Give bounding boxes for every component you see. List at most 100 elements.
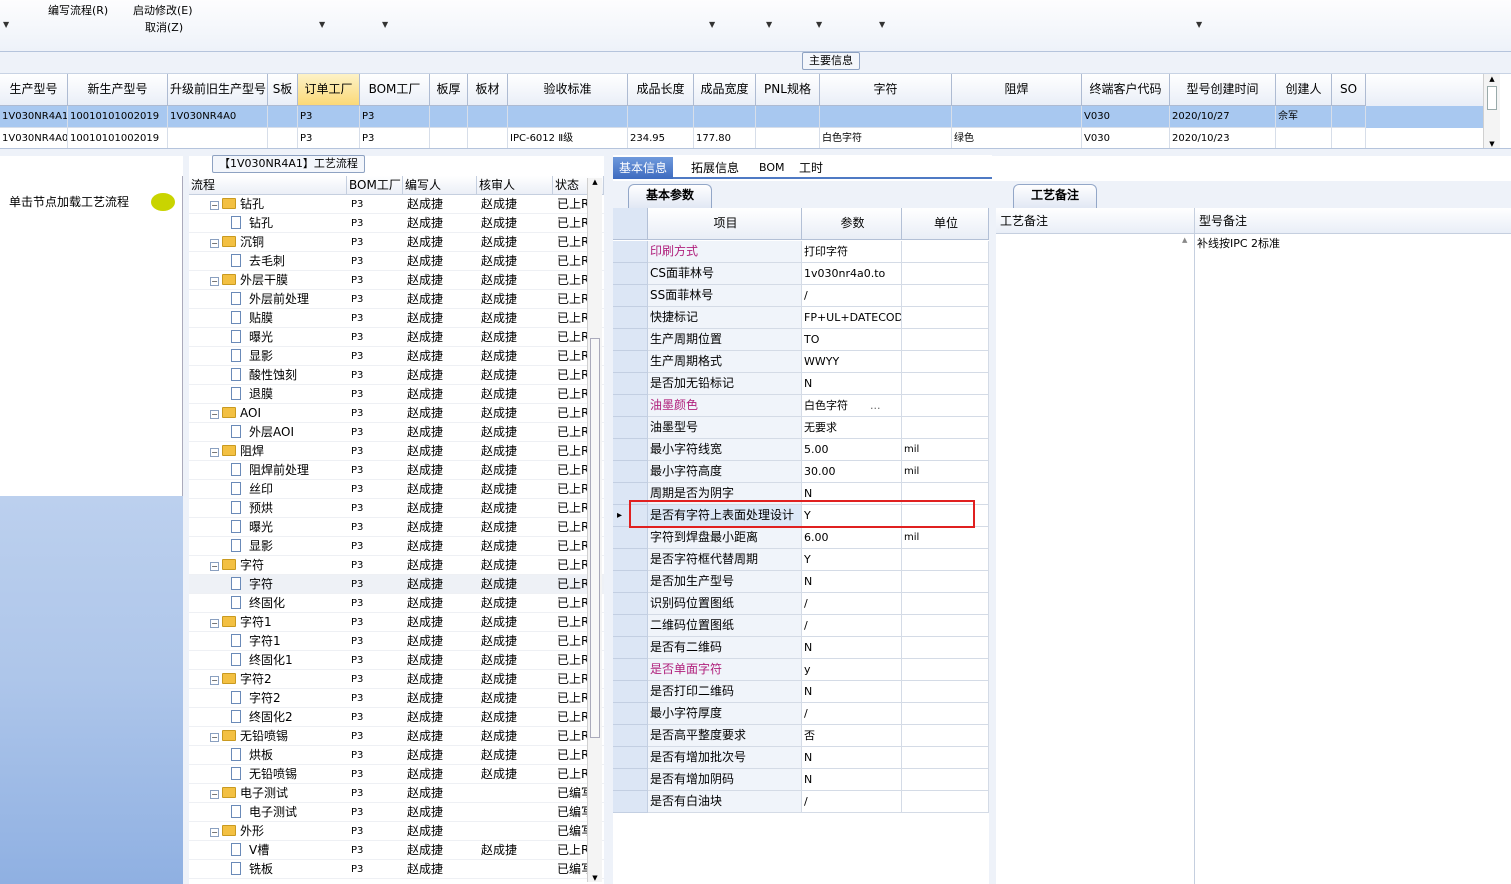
process-remark-text[interactable]: [996, 234, 1195, 884]
tree-node-name[interactable]: − 电子测试: [189, 784, 347, 803]
tree-node-name[interactable]: − 沉铜: [189, 233, 347, 252]
param-value[interactable]: Y: [802, 549, 902, 571]
tree-node[interactable]: − 外形 P3 赵成捷 已编写: [189, 822, 604, 841]
write-flow-button[interactable]: 编写流程(R): [48, 2, 108, 18]
vertical-splitter[interactable]: [604, 156, 613, 884]
tree-node[interactable]: − 阻焊 P3 赵成捷 赵成捷 已上R: [189, 442, 604, 461]
collapse-icon[interactable]: −: [210, 733, 219, 742]
tree-node-name[interactable]: 烘板: [189, 746, 347, 765]
dropdown-arrow-icon[interactable]: ▼: [816, 20, 822, 29]
tree-col-header[interactable]: 流程: [189, 176, 347, 195]
row-indicator[interactable]: [613, 351, 648, 373]
param-value[interactable]: 否: [802, 725, 902, 747]
col-header[interactable]: PNL规格: [756, 74, 820, 106]
tree-node-name[interactable]: 终固化: [189, 594, 347, 613]
dropdown-arrow-icon[interactable]: ▼: [382, 20, 388, 29]
row-indicator[interactable]: [613, 659, 648, 681]
tree-node[interactable]: 去毛刺 P3 赵成捷 赵成捷 已上R: [189, 252, 604, 271]
row-indicator[interactable]: [613, 571, 648, 593]
param-row[interactable]: 最小字符高度 30.00 mil: [613, 461, 989, 483]
tree-node-name[interactable]: 无铅喷锡: [189, 765, 347, 784]
tree-node[interactable]: 烘板 P3 赵成捷 赵成捷 已上R: [189, 746, 604, 765]
tree-node-name[interactable]: − 字符1: [189, 613, 347, 632]
param-value[interactable]: 无要求: [802, 417, 902, 439]
dropdown-arrow-icon[interactable]: ▼: [3, 20, 9, 29]
param-value[interactable]: TO: [802, 329, 902, 351]
tree-node-name[interactable]: 终固化1: [189, 651, 347, 670]
param-value[interactable]: 6.00: [802, 527, 902, 549]
tree-node-name[interactable]: 阻焊前处理: [189, 461, 347, 480]
tree-node[interactable]: 显影 P3 赵成捷 赵成捷 已上R: [189, 537, 604, 556]
param-row[interactable]: 是否有二维码 N: [613, 637, 989, 659]
tab-extended-info[interactable]: 拓展信息: [685, 157, 745, 179]
row-indicator[interactable]: [613, 681, 648, 703]
row-indicator[interactable]: [613, 615, 648, 637]
param-value[interactable]: 5.00: [802, 439, 902, 461]
tree-node[interactable]: 终固化1 P3 赵成捷 赵成捷 已上R: [189, 651, 604, 670]
table-row[interactable]: 1V030NR4A0 10010101002019 P3 P3 IPC-6012 Ⅱ级 2…: [0, 128, 1483, 148]
tree-node[interactable]: 终固化 P3 赵成捷 赵成捷 已上R: [189, 594, 604, 613]
param-row[interactable]: 是否单面字符 y: [613, 659, 989, 681]
tree-node-name[interactable]: 酸性蚀刻: [189, 366, 347, 385]
row-indicator[interactable]: [613, 703, 648, 725]
param-value[interactable]: FP+UL+DATECODE: [802, 307, 902, 329]
dropdown-arrow-icon[interactable]: ▼: [709, 20, 715, 29]
collapse-icon[interactable]: −: [210, 277, 219, 286]
tree-node-name[interactable]: − 阻焊: [189, 442, 347, 461]
row-indicator[interactable]: [613, 461, 648, 483]
tree-node[interactable]: 曝光 P3 赵成捷 赵成捷 已上R: [189, 518, 604, 537]
col-header[interactable]: BOM工厂: [360, 74, 430, 106]
col-header[interactable]: 终端客户代码: [1082, 74, 1170, 106]
ellipsis-button[interactable]: ...: [870, 399, 881, 412]
tree-node-name[interactable]: − AOI: [189, 404, 347, 423]
param-value[interactable]: 1v030nr4a0.to: [802, 263, 902, 285]
tree-node[interactable]: 无铅喷锡 P3 赵成捷 赵成捷 已上R: [189, 765, 604, 784]
tree-node-name[interactable]: 贴膜: [189, 309, 347, 328]
tab-basic-info[interactable]: 基本信息: [613, 157, 674, 179]
tree-node[interactable]: 曝光 P3 赵成捷 赵成捷 已上R: [189, 328, 604, 347]
param-row[interactable]: 最小字符线宽 5.00 mil: [613, 439, 989, 461]
col-header[interactable]: 成品长度: [628, 74, 694, 106]
col-header[interactable]: 升级前旧生产型号: [168, 74, 268, 106]
tab-process-remarks[interactable]: 工艺备注: [1013, 184, 1097, 208]
tree-node-name[interactable]: 显影: [189, 537, 347, 556]
tree-node[interactable]: 丝印 P3 赵成捷 赵成捷 已上R: [189, 480, 604, 499]
table-row[interactable]: 1V030NR4A1 10010101002019 1V030NR4A0 P3 P3 V0…: [0, 106, 1483, 128]
tree-node-name[interactable]: 去毛刺: [189, 252, 347, 271]
tree-node[interactable]: − AOI P3 赵成捷 赵成捷 已上R: [189, 404, 604, 423]
tree-node-name[interactable]: 终固化2: [189, 708, 347, 727]
tree-scrollbar[interactable]: ▲ ▼: [587, 178, 602, 882]
col-header[interactable]: 验收标准: [508, 74, 628, 106]
collapse-icon[interactable]: −: [210, 448, 219, 457]
collapse-icon[interactable]: −: [210, 562, 219, 571]
tree-node[interactable]: 外层前处理 P3 赵成捷 赵成捷 已上R: [189, 290, 604, 309]
vertical-splitter[interactable]: [989, 181, 996, 884]
param-value[interactable]: 白色字符...: [802, 395, 902, 417]
param-value[interactable]: N: [802, 747, 902, 769]
tree-node[interactable]: 预烘 P3 赵成捷 赵成捷 已上R: [189, 499, 604, 518]
collapse-icon[interactable]: −: [210, 828, 219, 837]
row-indicator[interactable]: [613, 593, 648, 615]
param-value[interactable]: /: [802, 791, 902, 813]
cancel-button[interactable]: 取消(Z): [145, 19, 183, 35]
tree-node-name[interactable]: 曝光: [189, 328, 347, 347]
param-value[interactable]: /: [802, 285, 902, 307]
tree-node-name[interactable]: 退膜: [189, 385, 347, 404]
model-grid-scrollbar[interactable]: ▲ ▼: [1483, 74, 1500, 148]
param-row[interactable]: 印刷方式 打印字符: [613, 241, 989, 263]
row-indicator[interactable]: [613, 527, 648, 549]
tree-node-name[interactable]: 字符2: [189, 689, 347, 708]
collapse-icon[interactable]: −: [210, 410, 219, 419]
tree-node[interactable]: 酸性蚀刻 P3 赵成捷 赵成捷 已上R: [189, 366, 604, 385]
col-header[interactable]: 新生产型号: [68, 74, 168, 106]
collapse-icon[interactable]: −: [210, 676, 219, 685]
tree-node-name[interactable]: 电子测试: [189, 803, 347, 822]
tree-node-name[interactable]: 显影: [189, 347, 347, 366]
tree-col-header[interactable]: 核审人: [477, 176, 553, 195]
row-indicator[interactable]: [613, 439, 648, 461]
tree-node[interactable]: 字符 P3 赵成捷 赵成捷 已上R: [189, 575, 604, 594]
param-row[interactable]: 生产周期位置 TO: [613, 329, 989, 351]
tree-node-name[interactable]: 钻孔: [189, 214, 347, 233]
tree-node[interactable]: 退膜 P3 赵成捷 赵成捷 已上R: [189, 385, 604, 404]
tab-basic-params[interactable]: 基本参数: [628, 184, 712, 208]
